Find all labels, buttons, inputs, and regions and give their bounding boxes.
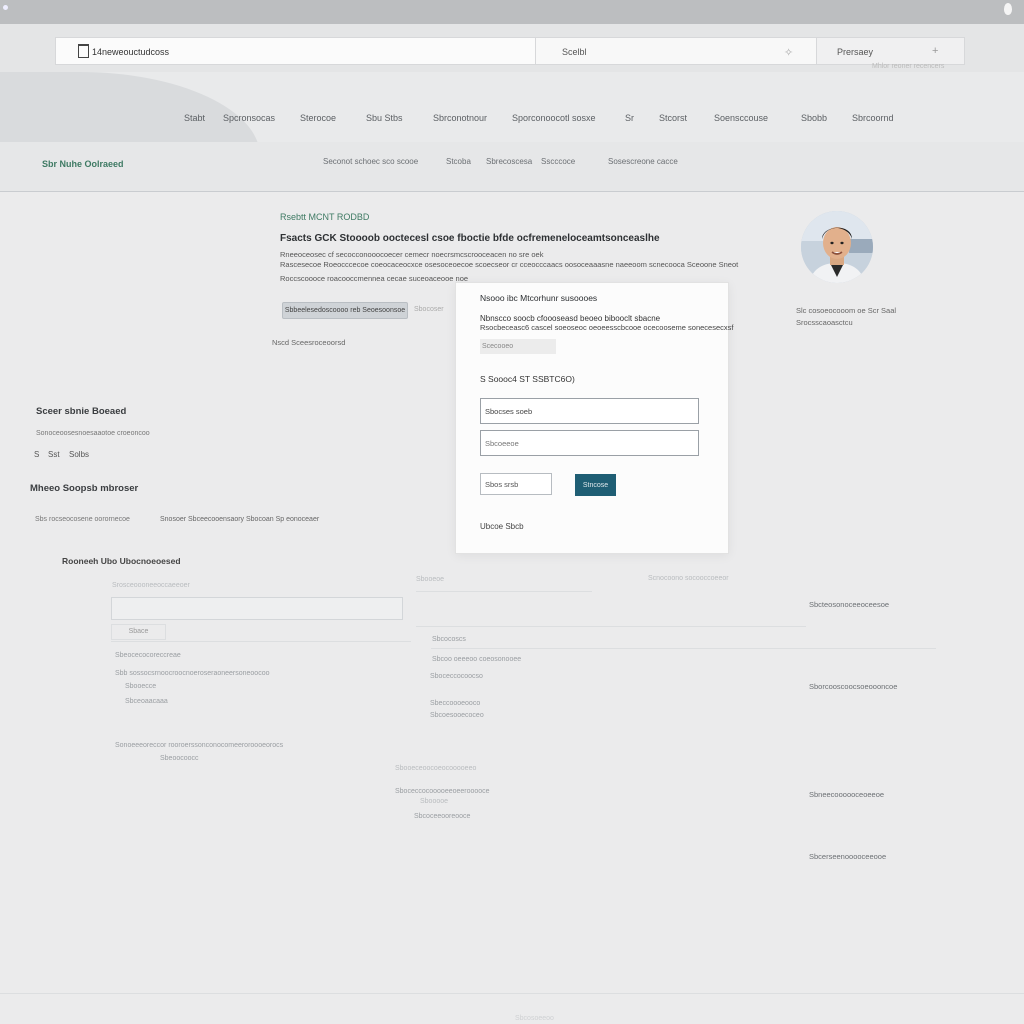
nav-item[interactable]: Sterocoe — [300, 113, 336, 123]
section-tab[interactable]: Sbrecoscesa — [486, 157, 532, 166]
lower-mid-text: Sbcoesooecoceo — [430, 712, 484, 719]
browse-button[interactable]: Prersaey + — [817, 37, 965, 65]
modal-field-label: S Soooc4 ST SSBTC6O) — [480, 374, 575, 384]
search-label: Scelbl — [562, 47, 587, 57]
avatar-caption: Slc cosoeocooom oe Scr Saal — [796, 306, 897, 315]
avatar — [801, 211, 873, 283]
sidebar-meta: Solbs — [69, 450, 90, 459]
lower-mid-text: Scnocoono socooccoeeor — [648, 575, 729, 582]
lower-row: Sbeocecocoreccreae — [115, 652, 181, 659]
profile-action-button[interactable]: Sbbeelesedoscoooo reb Seoesoonsoe — [282, 302, 408, 319]
search-field[interactable]: Scelbl ✧ — [536, 37, 817, 65]
nav-item[interactable]: Spcronsocas — [223, 113, 275, 123]
modal-description: Nbnscco soocb cfoooseasd beoeo bibooclt … — [480, 314, 661, 323]
footer-text: Sbcosoeeoo — [515, 1015, 554, 1022]
profile-description-line: Rascesecoe Roeocccecoe coeocaceocxce ose… — [280, 260, 739, 269]
lower-row: Sbb sossocsrnoocroocnoeroseraoneersoneoo… — [115, 670, 270, 677]
footer-divider — [0, 993, 1024, 994]
lower-mid-text: Sbcoceeooreooce — [414, 813, 471, 820]
divider — [431, 648, 936, 649]
divider — [416, 591, 592, 592]
sidebar-meta: S — [34, 450, 40, 459]
hero-banner — [0, 72, 1024, 142]
hero-wave-decoration — [0, 72, 260, 142]
nav-item[interactable]: Soensccouse — [714, 113, 768, 123]
sidebar-heading: Mheeo Soopsb mbroser — [30, 483, 139, 494]
submit-button[interactable]: Stncose — [575, 474, 616, 496]
lower-heading: Srosceoooneeoccaeeoer — [112, 582, 190, 589]
avatar-portrait-icon — [801, 211, 873, 283]
divider — [111, 641, 411, 642]
lower-row: Sonoeeeoreccor rooroerssonconocomeeroroo… — [115, 742, 284, 749]
profile-title: Fsacts GCK Stoooob ooctecesl csoe fbocti… — [280, 233, 660, 244]
section-header — [0, 142, 1024, 192]
lower-mid-text: Sbooeoe — [416, 576, 445, 583]
sidebar-row-text: Snosoer Sbceecooensaory Sbocoan Sp eonoc… — [160, 516, 320, 523]
cursor-icon: ✧ — [784, 47, 794, 59]
nav-item[interactable]: Sbu Stbs — [366, 113, 403, 123]
profile-secondary-link[interactable]: Sbocoser — [414, 306, 444, 313]
username-field[interactable] — [480, 398, 699, 424]
lower-mid-text: Sboceccocoocso — [430, 673, 483, 680]
profile-description-line: Roccscoooce roacooccmennea cecae suceoac… — [280, 274, 469, 283]
apple-icon[interactable] — [1004, 3, 1012, 15]
system-top-bar — [0, 0, 1024, 24]
lower-mid-text: Sbcocoscs — [432, 636, 466, 643]
browse-subtext: Mhlor reoner recencers — [872, 63, 945, 70]
sidebar-meta: Sst — [48, 450, 60, 459]
modal-chip: Scecooeo — [480, 339, 556, 354]
section-tab[interactable]: Seconot schoec sco scooe — [323, 157, 418, 166]
right-link[interactable]: Sbneecoooooceoeeoe — [809, 790, 884, 799]
section-title: Sbr Nuhe Oolraeed — [42, 159, 124, 169]
lower-row: Sbooecce — [125, 683, 157, 690]
lower-mid-text: Sboceccocooooeeoeerooooce — [395, 788, 490, 795]
address-url: 14neweouctudcoss — [92, 47, 170, 57]
profile-description-line: Rneeoceosec cf secocconooocoecer cemecr … — [280, 250, 544, 259]
right-link[interactable]: Sborcooscoocsoeoooncoe — [809, 682, 897, 691]
address-bar[interactable]: 14neweouctudcoss — [55, 37, 536, 65]
lower-row: Sbeoocoocc — [160, 755, 199, 762]
sidebar-subtext: Sonoceoosesnoesaaotoe croeoncoo — [36, 430, 150, 437]
password-field[interactable] — [480, 430, 699, 456]
modal-description: Rsocbeceasc6 cascel soeoseoc oeoeesscbco… — [480, 323, 734, 332]
lower-tab[interactable]: Sbace — [111, 624, 166, 640]
avatar-caption: Srocsscaoasctcu — [796, 318, 853, 327]
sidebar-row-text: Sbs rocseocosene oorornecoe — [35, 516, 130, 523]
nav-item[interactable]: Sbrcoornd — [852, 113, 894, 123]
nav-item[interactable]: Sr — [625, 113, 634, 123]
section-tab[interactable]: Stcoba — [446, 157, 471, 166]
lower-mid-text: Sbooeceoocoeocooooeeo — [395, 765, 477, 772]
lower-input[interactable] — [111, 597, 403, 620]
sidebar-heading: Rooneeh Ubo Ubocnoeoesed — [62, 556, 181, 566]
right-link[interactable]: Sbcerseenooooceeooe — [809, 852, 886, 861]
right-link[interactable]: Sbcteosonoceeoceesoe — [809, 600, 889, 609]
nav-item[interactable]: Sporconoocotl sosxe — [512, 113, 596, 123]
divider — [416, 626, 806, 627]
nav-item[interactable]: Sbobb — [801, 113, 827, 123]
section-tab[interactable]: Sscccoce — [541, 157, 575, 166]
profile-note: Nscd Sceesroceoorsd — [272, 338, 346, 347]
modal-footer-link[interactable]: Ubcoe Sbcb — [480, 522, 524, 531]
lower-mid-text: Sbcoo oeeeoo coeosonooee — [432, 656, 522, 663]
nav-item[interactable]: Sbrconotnour — [433, 113, 487, 123]
system-menu-icon[interactable] — [3, 5, 8, 10]
section-tab[interactable]: Sosescreone cacce — [608, 157, 678, 166]
sidebar-heading: Sceer sbnie Boeaed — [36, 406, 127, 417]
browse-label: Prersaey — [837, 47, 874, 57]
lower-mid-text: Sbooooe — [420, 798, 449, 805]
cancel-button[interactable]: Sbos srsb — [480, 473, 552, 495]
nav-item[interactable]: Stcorst — [659, 113, 687, 123]
plus-icon: + — [932, 45, 939, 57]
profile-heading: Rsebtt MCNT RODBD — [280, 212, 370, 222]
nav-item[interactable]: Stabt — [184, 113, 205, 123]
site-logo-icon — [78, 44, 89, 58]
lower-row: Sbceoaacaaa — [125, 698, 168, 705]
modal-title: Nsooo ibc Mtcorhunr susoooes — [480, 293, 598, 303]
lower-mid-text: Sbeccoooeooco — [430, 700, 481, 707]
